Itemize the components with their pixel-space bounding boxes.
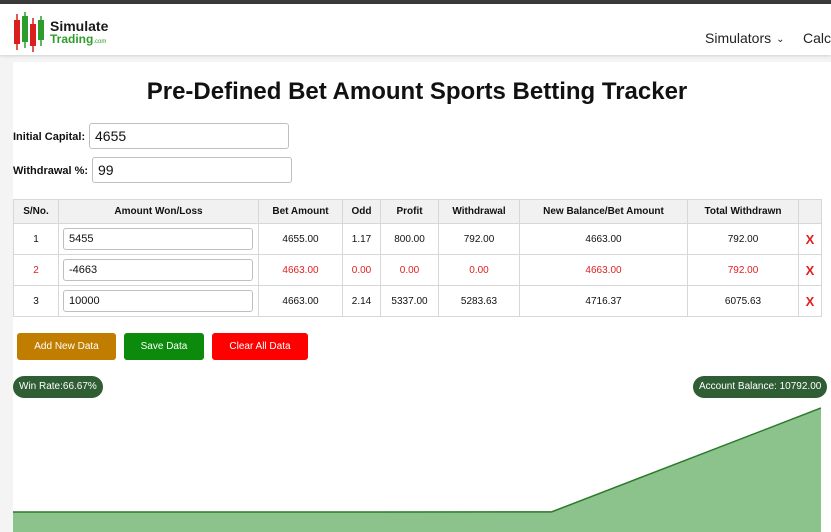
- col-header-odd: Odd: [342, 199, 381, 224]
- add-new-data-button[interactable]: Add New Data: [17, 333, 116, 360]
- cell-withdrawal: 0.00: [438, 254, 520, 286]
- table-row: 3 4663.00 2.14 5337.00 5283.63 4716.37 6…: [13, 285, 822, 317]
- cell-new-balance: 4663.00: [519, 223, 688, 255]
- cell-sno: 1: [13, 223, 59, 255]
- cell-profit: 0.00: [380, 254, 439, 286]
- cell-bet-amount: 4663.00: [258, 285, 343, 317]
- clear-all-data-button[interactable]: Clear All Data: [212, 333, 308, 360]
- nav-calculators[interactable]: Calculators: [803, 30, 831, 46]
- amount-input[interactable]: [63, 259, 253, 281]
- balance-chart: [13, 407, 821, 532]
- cell-delete: X: [798, 223, 822, 255]
- initial-capital-input[interactable]: [89, 123, 289, 149]
- cell-total-withdrawn: 6075.63: [687, 285, 799, 317]
- brand-name-trading: Trading: [50, 32, 94, 46]
- cell-bet-amount: 4663.00: [258, 254, 343, 286]
- col-header-amount: Amount Won/Loss: [58, 199, 259, 224]
- balance-area: [13, 408, 821, 532]
- page-title: Pre-Defined Bet Amount Sports Betting Tr…: [146, 78, 688, 105]
- cell-amount: [58, 254, 259, 286]
- cell-new-balance: 4663.00: [519, 254, 688, 286]
- cell-odd: 0.00: [342, 254, 381, 286]
- cell-odd: 2.14: [342, 285, 381, 317]
- cell-new-balance: 4716.37: [519, 285, 688, 317]
- nav-simulators[interactable]: Simulators ⌄: [705, 30, 785, 46]
- brand-domain: .com: [93, 39, 107, 45]
- withdrawal-percent-input[interactable]: [92, 157, 292, 183]
- cell-total-withdrawn: 792.00: [687, 254, 799, 286]
- table-header-row: S/No. Amount Won/Loss Bet Amount Odd Pro…: [13, 199, 822, 224]
- delete-row-icon[interactable]: X: [806, 232, 815, 247]
- candlestick-logo-icon: [14, 12, 44, 52]
- site-header: Simulate Trading.com Simulators ⌄ Calcula…: [0, 4, 831, 55]
- table-row: 1 4655.00 1.17 800.00 792.00 4663.00 792…: [13, 223, 822, 255]
- cell-delete: X: [798, 285, 822, 317]
- cell-odd: 1.17: [342, 223, 381, 255]
- initial-capital-label: Initial Capital:: [13, 131, 86, 143]
- chevron-down-icon: ⌄: [776, 34, 785, 45]
- withdrawal-label: Withdrawal %:: [13, 165, 89, 177]
- save-data-button[interactable]: Save Data: [124, 333, 204, 360]
- col-header-bet-amount: Bet Amount: [258, 199, 343, 224]
- cell-delete: X: [798, 254, 822, 286]
- col-header-new-balance: New Balance/Bet Amount: [519, 199, 688, 224]
- amount-input[interactable]: [63, 290, 253, 312]
- delete-row-icon[interactable]: X: [806, 294, 815, 309]
- delete-row-icon[interactable]: X: [806, 263, 815, 278]
- brand-name: Simulate: [50, 18, 109, 34]
- cell-amount: [58, 285, 259, 317]
- cell-bet-amount: 4655.00: [258, 223, 343, 255]
- cell-profit: 5337.00: [380, 285, 439, 317]
- cell-amount: [58, 223, 259, 255]
- cell-profit: 800.00: [380, 223, 439, 255]
- col-header-profit: Profit: [380, 199, 439, 224]
- col-header-sno: S/No.: [13, 199, 59, 224]
- site-logo[interactable]: Simulate Trading.com: [12, 10, 108, 54]
- account-balance-badge: Account Balance: 10792.00: [693, 376, 828, 398]
- col-header-withdrawal: Withdrawal: [438, 199, 520, 224]
- cell-sno: 3: [13, 285, 59, 317]
- table-row: 2 4663.00 0.00 0.00 0.00 4663.00 792.00 …: [13, 254, 822, 286]
- tracker-table: S/No. Amount Won/Loss Bet Amount Odd Pro…: [13, 199, 822, 317]
- cell-sno: 2: [13, 254, 59, 286]
- cell-withdrawal: 5283.63: [438, 285, 520, 317]
- cell-total-withdrawn: 792.00: [687, 223, 799, 255]
- col-header-total-withdrawn: Total Withdrawn: [687, 199, 799, 224]
- cell-withdrawal: 792.00: [438, 223, 520, 255]
- main-content: Pre-Defined Bet Amount Sports Betting Tr…: [13, 62, 831, 532]
- col-header-actions: [798, 199, 822, 224]
- nav-simulators-label: Simulators: [705, 30, 772, 46]
- amount-input[interactable]: [63, 228, 253, 250]
- win-rate-badge: Win Rate:66.67%: [13, 376, 103, 398]
